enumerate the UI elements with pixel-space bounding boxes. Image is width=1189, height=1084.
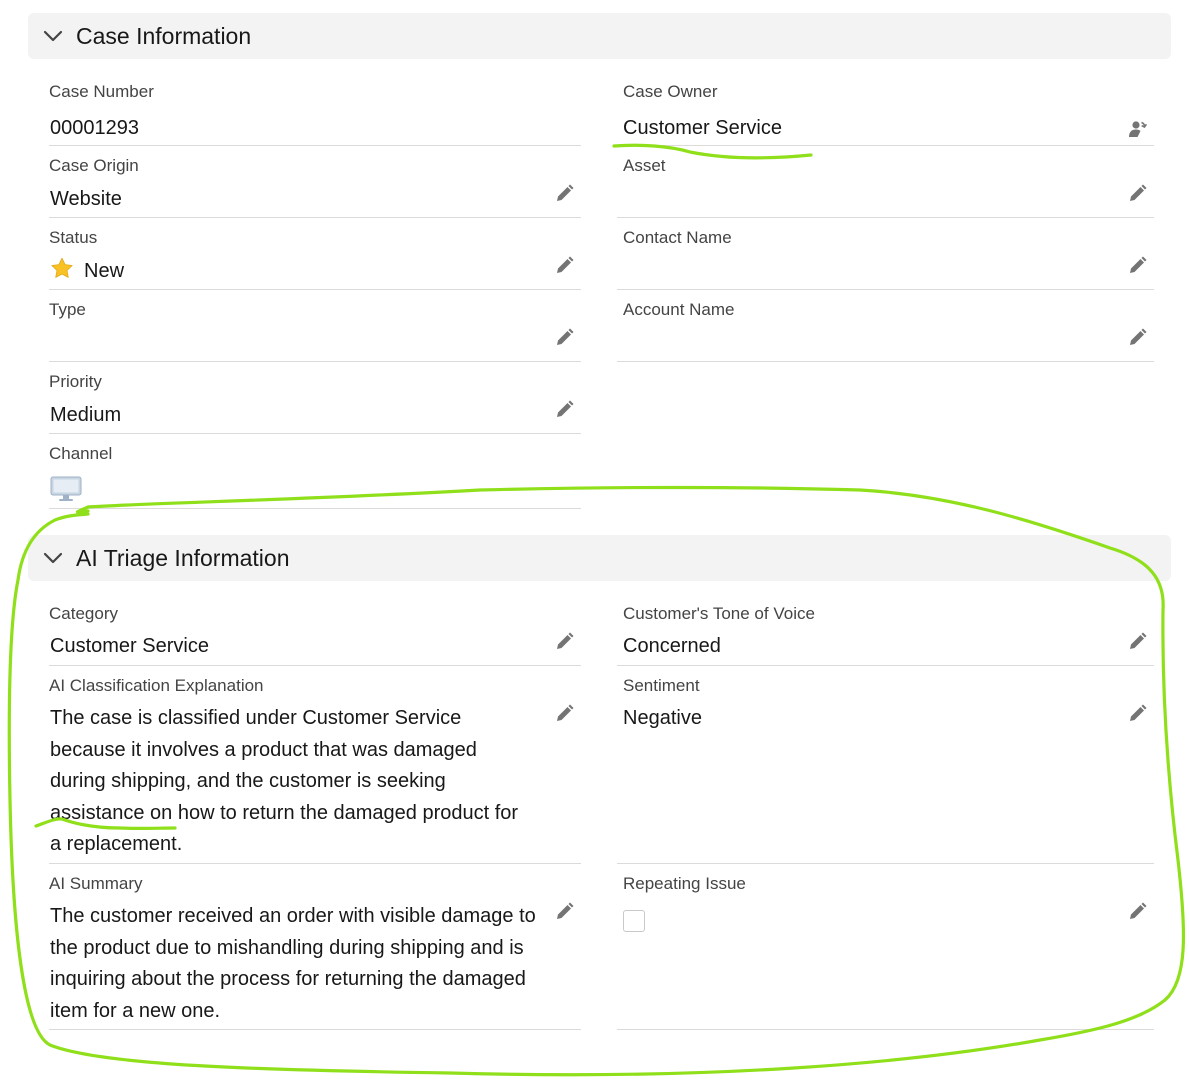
field-label: Channel xyxy=(49,444,113,463)
field-status: Status New xyxy=(49,228,581,290)
edit-tone-pencil-icon[interactable] xyxy=(1126,631,1148,653)
field-value: Medium xyxy=(50,404,122,426)
status-value: New xyxy=(50,256,124,291)
field-label: Case Origin xyxy=(49,156,139,175)
field-label: Account Name xyxy=(623,300,735,319)
field-value: Concerned xyxy=(623,635,721,657)
field-repeating-issue: Repeating Issue xyxy=(617,874,1154,1030)
chevron-down-icon xyxy=(42,25,64,47)
field-label: Category xyxy=(49,604,118,623)
edit-sentiment-pencil-icon[interactable] xyxy=(1126,703,1148,725)
section-header-case-information[interactable]: Case Information xyxy=(28,13,1171,59)
field-sentiment: Sentiment Negative xyxy=(617,676,1154,864)
edit-account-name-pencil-icon[interactable] xyxy=(1126,327,1148,349)
field-label: Asset xyxy=(623,156,666,175)
desktop-monitor-icon xyxy=(50,476,82,507)
section-title: Case Information xyxy=(76,22,252,49)
field-label: Repeating Issue xyxy=(623,874,746,893)
field-label: Status xyxy=(49,228,98,247)
field-case-number: Case Number 00001293 xyxy=(49,82,581,146)
edit-category-pencil-icon[interactable] xyxy=(553,631,575,653)
field-label: Customer's Tone of Voice xyxy=(623,604,815,623)
field-asset: Asset xyxy=(617,156,1154,218)
edit-priority-pencil-icon[interactable] xyxy=(553,399,575,421)
field-category: Category Customer Service xyxy=(49,604,581,666)
edit-repeating-issue-pencil-icon[interactable] xyxy=(1126,901,1148,923)
field-ai-classification-explanation: AI Classification Explanation The case i… xyxy=(49,676,581,864)
field-channel: Channel xyxy=(49,444,581,509)
field-label: Sentiment xyxy=(623,676,700,695)
change-owner-icon[interactable] xyxy=(1126,118,1148,140)
field-case-origin: Case Origin Website xyxy=(49,156,581,218)
chevron-down-icon xyxy=(42,547,64,569)
edit-case-origin-pencil-icon[interactable] xyxy=(553,183,575,205)
section-title: AI Triage Information xyxy=(76,544,290,571)
field-label: Type xyxy=(49,300,86,319)
field-label: Case Owner xyxy=(623,82,718,101)
field-priority: Priority Medium xyxy=(49,372,581,434)
field-case-owner: Case Owner Customer Service xyxy=(617,82,1154,146)
field-value: New xyxy=(84,260,125,282)
field-label: Case Number xyxy=(49,82,154,101)
field-value: The case is classified under Customer Se… xyxy=(50,707,519,855)
field-type: Type xyxy=(49,300,581,362)
field-label: AI Summary xyxy=(49,874,143,893)
edit-explanation-pencil-icon[interactable] xyxy=(553,703,575,725)
edit-summary-pencil-icon[interactable] xyxy=(553,901,575,923)
field-label: Priority xyxy=(49,372,102,391)
field-contact-name: Contact Name xyxy=(617,228,1154,290)
star-icon xyxy=(50,257,74,291)
field-label: AI Classification Explanation xyxy=(49,676,264,695)
case-owner-link[interactable]: Customer Service xyxy=(623,113,782,145)
field-value: The customer received an order with visi… xyxy=(50,905,536,1022)
field-account-name: Account Name xyxy=(617,300,1154,362)
field-tone-of-voice: Customer's Tone of Voice Concerned xyxy=(617,604,1154,666)
edit-type-pencil-icon[interactable] xyxy=(553,327,575,349)
edit-status-pencil-icon[interactable] xyxy=(553,255,575,277)
field-label: Contact Name xyxy=(623,228,732,247)
field-value: Website xyxy=(50,188,122,210)
repeating-issue-checkbox[interactable] xyxy=(623,910,645,932)
field-value: Customer Service xyxy=(50,635,209,657)
field-value: Negative xyxy=(623,707,702,729)
field-value: 00001293 xyxy=(50,117,139,139)
edit-contact-name-pencil-icon[interactable] xyxy=(1126,255,1148,277)
edit-asset-pencil-icon[interactable] xyxy=(1126,183,1148,205)
field-ai-summary: AI Summary The customer received an orde… xyxy=(49,874,581,1030)
section-header-ai-triage[interactable]: AI Triage Information xyxy=(28,535,1171,581)
